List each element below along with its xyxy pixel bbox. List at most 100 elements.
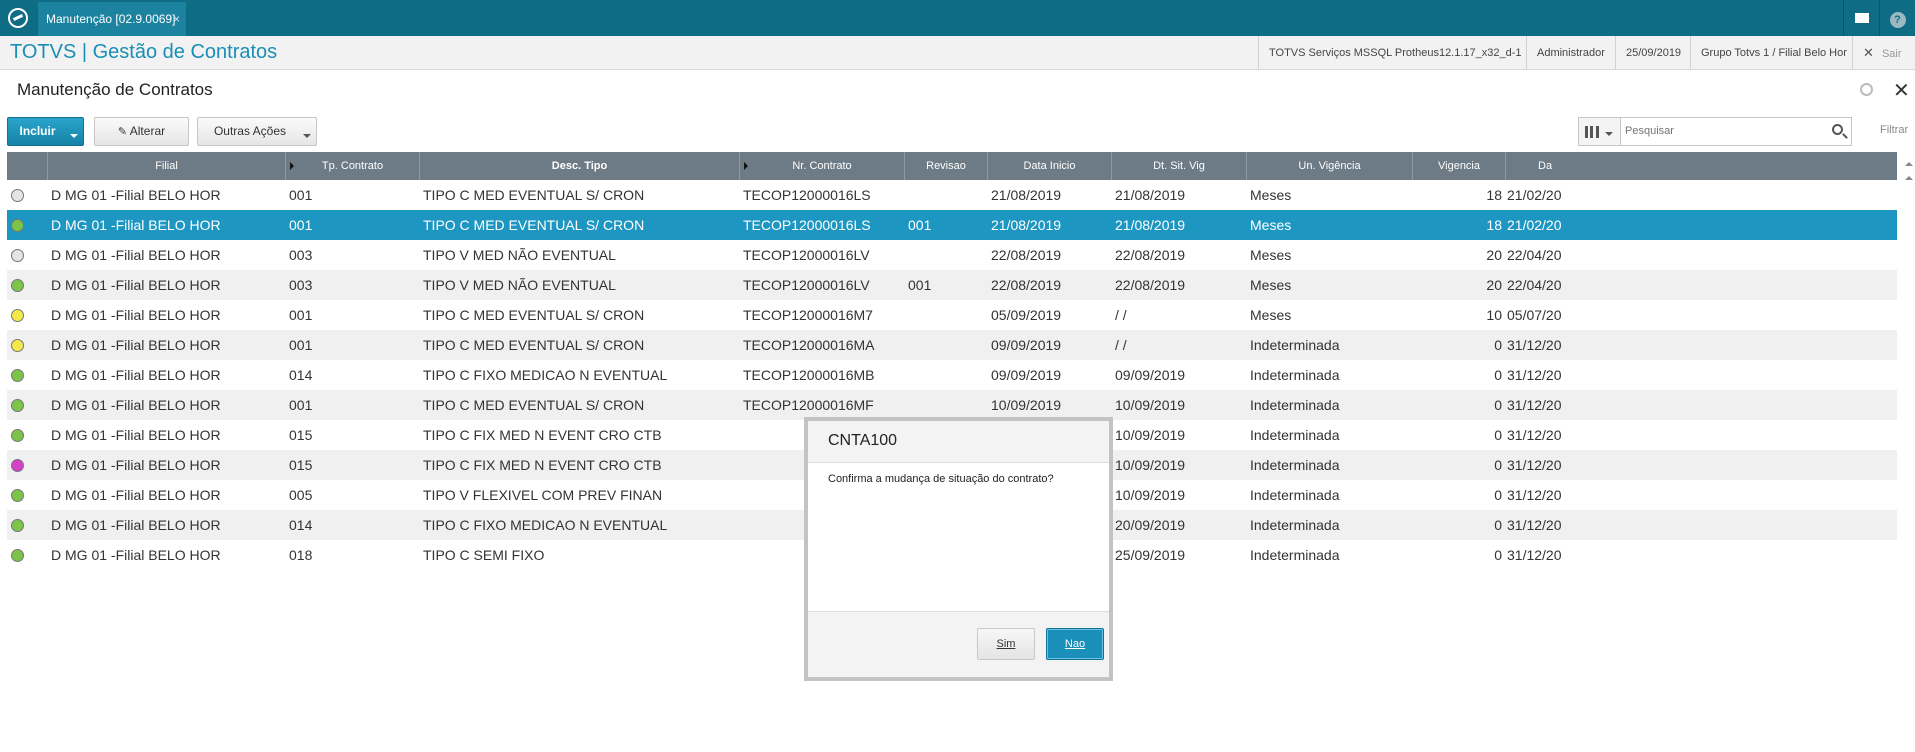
- filtrar-link[interactable]: Filtrar: [1880, 124, 1908, 136]
- cell-tp: 003: [289, 247, 313, 263]
- cell-tp: 005: [289, 487, 313, 503]
- column-header-label: Vigencia: [1438, 160, 1480, 172]
- table-row[interactable]: D MG 01 -Filial BELO HOR 001 TIPO C MED EV…: [7, 330, 1897, 360]
- sim-button[interactable]: Sim: [977, 628, 1035, 660]
- cell-desc: TIPO C MED EVENTUAL S/ CRON: [423, 217, 645, 233]
- cell-sit: 21/08/2019: [1115, 187, 1186, 203]
- nao-label: Nao: [1064, 638, 1086, 650]
- exit-label: Sair: [1881, 48, 1902, 60]
- column-header[interactable]: Data Inicio: [988, 152, 1112, 180]
- cell-da: 31/12/20: [1507, 517, 1562, 533]
- grid-header: Filial Tp. Contrato Desc. Tipo Nr. Contrato…: [7, 152, 1897, 180]
- cell-rev: [908, 390, 986, 420]
- exit-icon: ✕: [1863, 45, 1874, 60]
- column-header-label: Da: [1538, 160, 1553, 172]
- cell-desc: TIPO C SEMI FIXO: [423, 547, 545, 563]
- search-input[interactable]: [1625, 120, 1825, 142]
- exit-button[interactable]: ✕ Sair: [1852, 36, 1915, 70]
- column-header[interactable]: Filial: [48, 152, 286, 180]
- cell-filial: D MG 01 -Filial BELO HOR: [51, 337, 221, 353]
- search-columns-button[interactable]: [1579, 118, 1621, 145]
- table-row[interactable]: D MG 01 -Filial BELO HOR 001 TIPO C MED EV…: [7, 390, 1897, 420]
- cell-nr: TECOP12000016LV: [743, 277, 870, 293]
- environment-info: TOTVS Serviços MSSQL Protheus12.1.17_x32…: [1258, 36, 1532, 70]
- table-row[interactable]: D MG 01 -Filial BELO HOR 003 TIPO V MED NÃ…: [7, 270, 1897, 300]
- cell-vig: 0: [1494, 337, 1502, 353]
- nao-button[interactable]: Nao: [1046, 628, 1104, 660]
- cell-vig: 18: [1486, 217, 1502, 233]
- cell-da: 22/04/20: [1507, 247, 1562, 263]
- cell-sit: / /: [1115, 307, 1127, 323]
- cell-rev: [908, 330, 986, 360]
- cell-ini: 09/09/2019: [991, 337, 1062, 353]
- scroll-up-icon[interactable]: [1904, 158, 1913, 166]
- cell-un: Indeterminada: [1250, 547, 1340, 563]
- cell-filial: D MG 01 -Filial BELO HOR: [51, 277, 221, 293]
- status-indicator-icon: [11, 249, 24, 262]
- mail-button[interactable]: [1843, 0, 1879, 36]
- status-indicator-icon: [11, 219, 24, 232]
- cell-sit: 21/08/2019: [1115, 217, 1186, 233]
- cell-sit: 22/08/2019: [1115, 247, 1186, 263]
- vertical-scrollbar[interactable]: [1902, 152, 1915, 572]
- tab-manutencao[interactable]: Manutenção [02.9.0069] ×: [38, 2, 186, 36]
- tab-close-icon[interactable]: ×: [173, 2, 180, 36]
- status-indicator-icon: [11, 459, 24, 472]
- cell-da: 22/04/20: [1507, 277, 1562, 293]
- column-header[interactable]: Un. Vigência: [1247, 152, 1413, 180]
- cell-sit: 25/09/2019: [1115, 547, 1186, 563]
- cell-un: Indeterminada: [1250, 427, 1340, 443]
- cell-tp: 003: [289, 277, 313, 293]
- column-header[interactable]: Dt. Sit. Vig: [1112, 152, 1247, 180]
- status-indicator-icon: [11, 489, 24, 502]
- alterar-label: Alterar: [129, 124, 166, 138]
- search-icon[interactable]: [1832, 124, 1843, 135]
- outras-acoes-label: Outras Ações: [213, 124, 287, 138]
- app-title: TOTVS | Gestão de Contratos: [10, 41, 278, 63]
- status-indicator-icon: [11, 369, 24, 382]
- incluir-button[interactable]: Incluir: [7, 117, 84, 146]
- cell-un: Meses: [1250, 217, 1292, 233]
- column-header[interactable]: Vigencia: [1413, 152, 1506, 180]
- column-header[interactable]: Desc. Tipo: [420, 152, 740, 180]
- column-header[interactable]: Nr. Contrato: [740, 152, 905, 180]
- cell-un: Indeterminada: [1250, 457, 1340, 473]
- column-header-status: [7, 152, 48, 180]
- close-icon[interactable]: ✕: [1893, 78, 1910, 103]
- scroll-top-icon[interactable]: [1904, 172, 1913, 180]
- cell-desc: TIPO C MED EVENTUAL S/ CRON: [423, 397, 645, 413]
- cell-tp: 001: [289, 397, 313, 413]
- table-row[interactable]: D MG 01 -Filial BELO HOR 003 TIPO V MED NÃ…: [7, 240, 1897, 270]
- search-box: [1578, 117, 1852, 146]
- incluir-dropdown-icon[interactable]: [65, 118, 83, 145]
- sort-arrow-icon: [290, 162, 298, 170]
- gear-icon[interactable]: [1860, 83, 1873, 96]
- table-row[interactable]: D MG 01 -Filial BELO HOR 001 TIPO C MED EV…: [7, 180, 1897, 210]
- alterar-button[interactable]: ✎ Alterar: [94, 117, 189, 146]
- cell-tp: 014: [289, 517, 313, 533]
- cell-da: 05/07/20: [1507, 307, 1562, 323]
- cell-nr: TECOP12000016M7: [743, 307, 873, 323]
- cell-sit: 10/09/2019: [1115, 397, 1186, 413]
- status-indicator-icon: [11, 549, 24, 562]
- column-header[interactable]: Tp. Contrato: [286, 152, 420, 180]
- cell-desc: TIPO V FLEXIVEL COM PREV FINAN: [423, 487, 663, 503]
- cell-rev: 001: [908, 217, 932, 233]
- table-row[interactable]: D MG 01 -Filial BELO HOR 001 TIPO C MED EV…: [7, 210, 1897, 240]
- cell-da: 21/02/20: [1507, 187, 1562, 203]
- column-header[interactable]: Revisao: [905, 152, 988, 180]
- help-button[interactable]: ?: [1879, 0, 1915, 36]
- cell-vig: 10: [1486, 307, 1502, 323]
- status-indicator-icon: [11, 339, 24, 352]
- cell-vig: 0: [1494, 547, 1502, 563]
- cell-sit: 10/09/2019: [1115, 427, 1186, 443]
- outras-acoes-button[interactable]: Outras Ações: [197, 117, 317, 146]
- table-row[interactable]: D MG 01 -Filial BELO HOR 014 TIPO C FIXO M…: [7, 360, 1897, 390]
- cell-desc: TIPO V MED NÃO EVENTUAL: [423, 277, 616, 293]
- cell-sit: 10/09/2019: [1115, 487, 1186, 503]
- cell-un: Indeterminada: [1250, 337, 1340, 353]
- totvs-logo-icon[interactable]: [8, 8, 28, 28]
- cell-vig: 20: [1486, 277, 1502, 293]
- column-header[interactable]: Da: [1506, 152, 1897, 180]
- table-row[interactable]: D MG 01 -Filial BELO HOR 001 TIPO C MED EV…: [7, 300, 1897, 330]
